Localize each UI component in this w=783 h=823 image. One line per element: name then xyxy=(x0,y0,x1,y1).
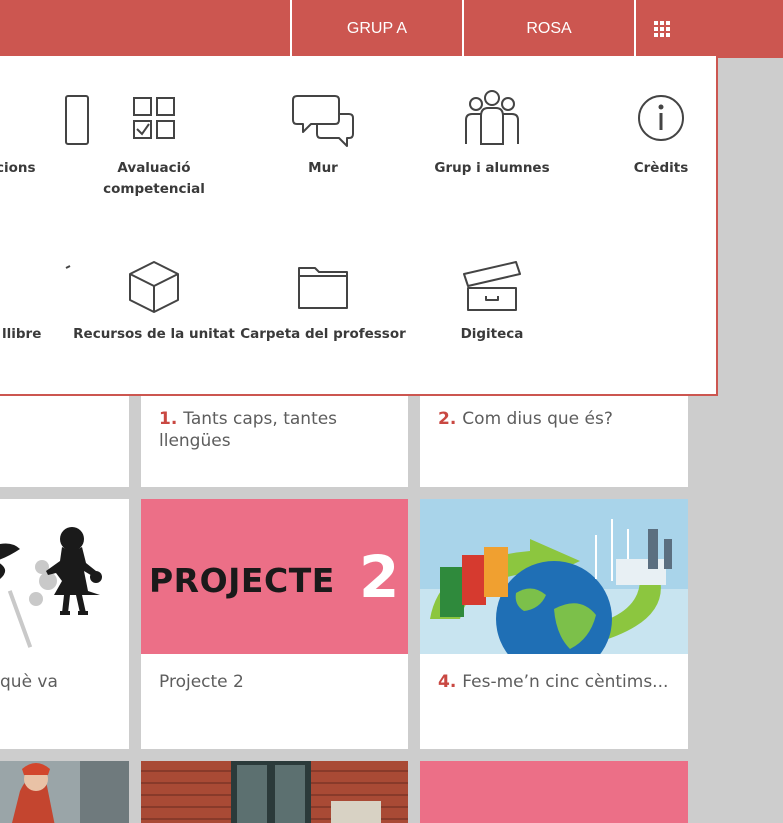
unit-card-6[interactable] xyxy=(141,761,408,823)
unit-cover-image xyxy=(420,499,688,654)
menu-item-label: Recursos de la unitat xyxy=(73,326,235,342)
menu-item-label: Carpeta del professor xyxy=(240,326,406,342)
project-cover-image: PROJECTE 2 xyxy=(141,499,408,654)
menu-item-avaluacio-competencial[interactable]: Avaluació competencial xyxy=(69,88,239,200)
menu-item-carpeta-del-professor[interactable]: Carpeta del professor xyxy=(238,254,408,345)
unit-title: 1. Tants caps, tantes llengües xyxy=(159,408,394,452)
unit-title-text: què va xyxy=(0,672,58,692)
menu-item-label: Mur xyxy=(308,160,338,176)
unit-title: 4. Fes-me’n cinc cèntims... xyxy=(438,671,674,693)
user-menu-button[interactable]: ROSA xyxy=(462,0,634,58)
unit-number: 4. xyxy=(438,672,457,692)
group-label: GRUP A xyxy=(346,20,408,37)
archive-box-icon xyxy=(463,261,521,311)
group-people-icon xyxy=(465,90,519,145)
unit-card-7[interactable] xyxy=(420,761,688,823)
unit-title: Projecte 2 xyxy=(159,671,394,693)
menu-item-label: Crèdits xyxy=(633,160,689,176)
unit-title-text: Tants caps, tantes llengües xyxy=(159,409,338,451)
unit-title-text: Com dius que és? xyxy=(462,409,613,429)
apps-grid-icon xyxy=(654,21,670,37)
user-label: ROSA xyxy=(526,20,572,37)
menu-item-mur[interactable]: Mur xyxy=(238,88,408,179)
apps-menu-button[interactable] xyxy=(634,0,688,58)
unit-number: 1. xyxy=(159,409,178,429)
unit-cover-image xyxy=(0,499,129,654)
unit-title: què va xyxy=(0,671,115,693)
project-cover-number: 2 xyxy=(359,543,400,611)
checklist-grid-icon xyxy=(133,97,175,139)
group-selector-button[interactable]: GRUP A xyxy=(290,0,462,58)
project-cover-text: PROJECTE xyxy=(149,561,335,600)
unit-card-3[interactable]: què va xyxy=(0,499,129,749)
apps-dropdown-menu: cions Avaluació competencial Mur Grup i … xyxy=(0,56,718,396)
unit-card-5[interactable] xyxy=(0,761,129,823)
unit-number: 2. xyxy=(438,409,457,429)
menu-item-credits[interactable]: Crèdits xyxy=(576,88,746,179)
project-card-2[interactable]: PROJECTE 2 Projecte 2 xyxy=(141,499,408,749)
speech-bubbles-icon xyxy=(292,95,354,147)
unit-title-text: Fes-me’n cinc cèntims... xyxy=(462,672,669,692)
menu-item-digiteca[interactable]: Digiteca xyxy=(407,254,577,345)
menu-item-recursos-de-la-unitat[interactable]: Recursos de la unitat xyxy=(69,254,239,345)
unit-title-text: Projecte 2 xyxy=(159,672,244,692)
cube-icon xyxy=(129,261,179,313)
info-icon xyxy=(638,95,684,141)
menu-item-label: Digiteca xyxy=(460,326,524,342)
top-bar: GRUP A ROSA xyxy=(0,0,783,58)
menu-item-label: Grup i alumnes xyxy=(434,160,550,176)
unit-cover-image xyxy=(141,761,408,823)
unit-cover-image xyxy=(0,761,129,823)
folder-icon xyxy=(298,267,348,309)
menu-item-grup-i-alumnes[interactable]: Grup i alumnes xyxy=(407,88,577,179)
menu-item-label: Avaluació competencial xyxy=(103,160,205,197)
unit-title: 2. Com dius que és? xyxy=(438,408,674,430)
unit-card-4[interactable]: 4. Fes-me’n cinc cèntims... xyxy=(420,499,688,749)
